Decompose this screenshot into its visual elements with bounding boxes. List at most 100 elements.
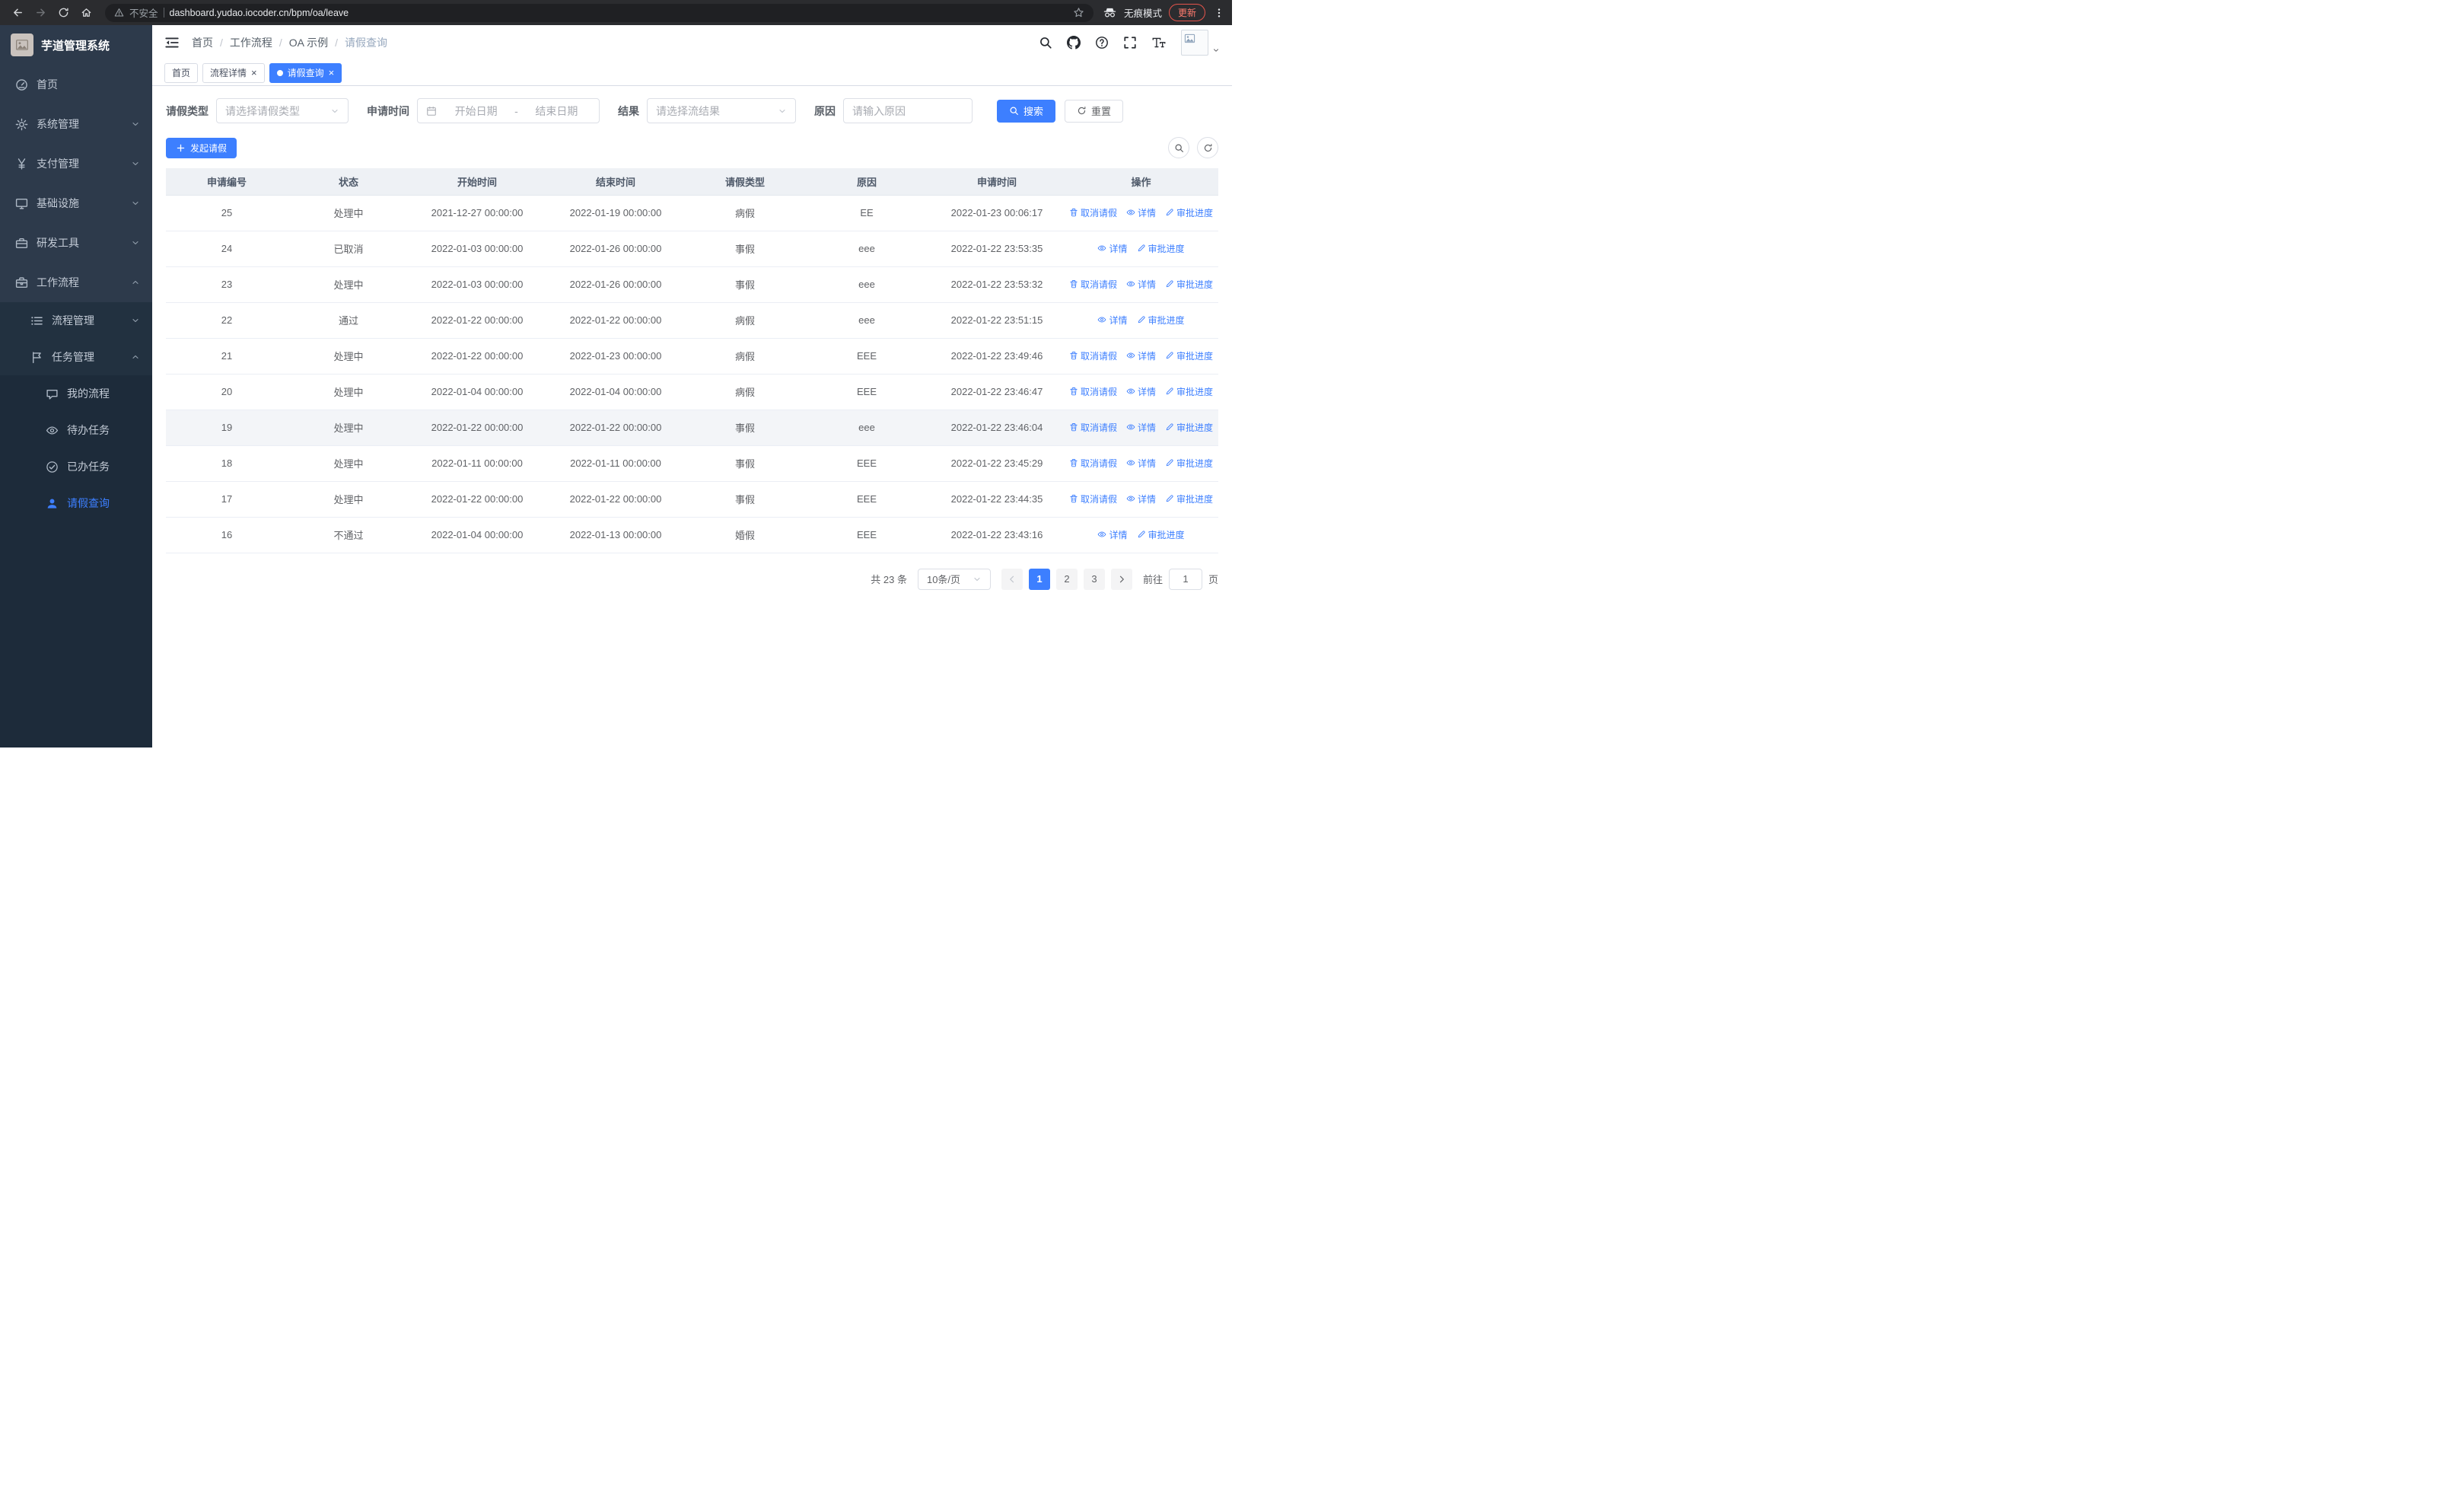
calendar-icon	[426, 106, 437, 116]
progress-action-link[interactable]: 审批进度	[1165, 421, 1213, 434]
leave-query-page: 请假类型 请选择请假类型 申请时间 开始日期 - 结束日期 结果 请选择流结果 …	[152, 86, 1232, 748]
cancel-action-link[interactable]: 取消请假	[1069, 457, 1117, 470]
breadcrumb-item[interactable]: 工作流程	[230, 35, 272, 50]
cell-status: 处理中	[288, 374, 409, 410]
cell-apply-time: 2022-01-22 23:46:04	[930, 410, 1064, 446]
browser-forward-button[interactable]	[30, 3, 50, 23]
progress-action-link[interactable]: 审批进度	[1137, 314, 1185, 327]
sidebar-item-done-tasks[interactable]: 已办任务	[0, 448, 152, 485]
refresh-table-button[interactable]	[1197, 137, 1218, 158]
sidebar-item-infrastructure[interactable]: 基础设施	[0, 183, 152, 223]
search-icon[interactable]	[1039, 36, 1052, 49]
apply-time-range-picker[interactable]: 开始日期 - 结束日期	[417, 98, 600, 123]
create-leave-button[interactable]: 发起请假	[166, 137, 237, 158]
detail-action-link[interactable]: 详情	[1126, 206, 1156, 219]
next-page-button[interactable]	[1110, 568, 1132, 590]
logo[interactable]: 芋道管理系统	[0, 25, 152, 65]
cell-apply-id: 22	[166, 302, 288, 339]
cell-leave-type: 病假	[686, 302, 804, 339]
detail-action-link[interactable]: 详情	[1126, 492, 1156, 505]
fullscreen-icon[interactable]	[1123, 36, 1137, 49]
page-button-1[interactable]: 1	[1028, 568, 1050, 590]
browser-menu-icon[interactable]	[1214, 8, 1224, 18]
browser-back-button[interactable]	[8, 3, 27, 23]
cancel-action-link[interactable]: 取消请假	[1069, 385, 1117, 398]
progress-action-link[interactable]: 审批进度	[1165, 278, 1213, 291]
sidebar-item-task-management[interactable]: 任务管理	[0, 339, 152, 375]
search-button[interactable]: 搜索	[997, 99, 1056, 123]
prev-page-button[interactable]	[1001, 568, 1023, 590]
sidebar-item-system[interactable]: 系统管理	[0, 104, 152, 144]
github-icon[interactable]	[1067, 36, 1081, 49]
breadcrumb-item[interactable]: 首页	[192, 35, 213, 50]
progress-action-link[interactable]: 审批进度	[1165, 492, 1213, 505]
sidebar: 芋道管理系统 首页 系统管理支付管理基础设施研发工具 工作流程 流程管理 任务管理 我的流…	[0, 25, 152, 748]
progress-action-link[interactable]: 审批进度	[1165, 385, 1213, 398]
close-icon[interactable]: ×	[329, 68, 335, 78]
page-button-3[interactable]: 3	[1083, 568, 1105, 590]
sidebar-item-label: 基础设施	[37, 197, 79, 209]
sidebar-item-label: 支付管理	[37, 158, 79, 170]
detail-action-link[interactable]: 详情	[1126, 385, 1156, 398]
cell-status: 通过	[288, 302, 409, 339]
progress-action-link[interactable]: 审批进度	[1165, 457, 1213, 470]
tab-process-detail[interactable]: 流程详情 ×	[202, 62, 265, 83]
sidebar-item-label: 请假查询	[67, 497, 110, 509]
pen-icon	[1165, 458, 1174, 467]
sidebar-item-leave-query[interactable]: 请假查询	[0, 485, 152, 521]
collapse-sidebar-icon[interactable]	[164, 35, 180, 50]
sidebar-item-process-management[interactable]: 流程管理	[0, 302, 152, 339]
progress-action-link[interactable]: 审批进度	[1165, 206, 1213, 219]
detail-action-link[interactable]: 详情	[1126, 457, 1156, 470]
action-label: 审批进度	[1176, 279, 1214, 290]
detail-action-link[interactable]: 详情	[1097, 528, 1128, 541]
cell-reason: EE	[804, 195, 930, 231]
sidebar-item-workflow[interactable]: 工作流程	[0, 263, 152, 302]
progress-action-link[interactable]: 审批进度	[1165, 349, 1213, 362]
page-size-select[interactable]: 10条/页	[917, 568, 991, 590]
cancel-action-link[interactable]: 取消请假	[1069, 349, 1117, 362]
cancel-action-link[interactable]: 取消请假	[1069, 492, 1117, 505]
breadcrumb-item[interactable]: OA 示例	[289, 35, 328, 50]
toggle-search-button[interactable]	[1168, 137, 1189, 158]
sidebar-item-home[interactable]: 首页	[0, 65, 152, 104]
image-placeholder-icon	[15, 38, 29, 52]
tab-leave-query[interactable]: 请假查询 ×	[269, 62, 342, 83]
pen-icon	[1165, 494, 1174, 503]
bookmark-star-icon[interactable]	[1073, 7, 1084, 18]
page-button-2[interactable]: 2	[1055, 568, 1078, 590]
tab-home[interactable]: 首页	[164, 62, 199, 83]
sidebar-item-dev-tools[interactable]: 研发工具	[0, 223, 152, 263]
chevron-down-icon	[131, 316, 140, 325]
cancel-action-link[interactable]: 取消请假	[1069, 206, 1117, 219]
detail-action-link[interactable]: 详情	[1126, 421, 1156, 434]
sidebar-item-payment[interactable]: 支付管理	[0, 144, 152, 183]
goto-page-input[interactable]	[1168, 568, 1202, 590]
font-size-icon[interactable]	[1151, 36, 1167, 49]
cancel-action-link[interactable]: 取消请假	[1069, 421, 1117, 434]
close-icon[interactable]: ×	[251, 68, 257, 78]
progress-action-link[interactable]: 审批进度	[1137, 528, 1185, 541]
browser-reload-button[interactable]	[53, 3, 73, 23]
action-label: 详情	[1137, 422, 1156, 433]
cancel-action-link[interactable]: 取消请假	[1069, 278, 1117, 291]
reason-input[interactable]	[852, 104, 963, 117]
reset-button[interactable]: 重置	[1065, 99, 1124, 123]
detail-action-link[interactable]: 详情	[1097, 314, 1128, 327]
leave-type-select[interactable]: 请选择请假类型	[216, 98, 349, 123]
detail-action-link[interactable]: 详情	[1126, 278, 1156, 291]
browser-home-button[interactable]	[76, 3, 96, 23]
help-icon[interactable]	[1095, 36, 1109, 49]
update-button[interactable]: 更新	[1168, 4, 1205, 21]
address-bar[interactable]: 不安全 dashboard.yudao.iocoder.cn/bpm/oa/le…	[105, 3, 1094, 22]
detail-action-link[interactable]: 详情	[1126, 349, 1156, 362]
tab-label: 请假查询	[287, 68, 324, 78]
cell-end-time: 2022-01-26 00:00:00	[545, 266, 686, 303]
detail-action-link[interactable]: 详情	[1097, 242, 1128, 255]
user-avatar[interactable]	[1181, 30, 1220, 56]
sidebar-item-my-process[interactable]: 我的流程	[0, 375, 152, 412]
cell-apply-time: 2022-01-22 23:44:35	[930, 481, 1064, 518]
sidebar-item-todo-tasks[interactable]: 待办任务	[0, 412, 152, 448]
progress-action-link[interactable]: 审批进度	[1137, 242, 1185, 255]
result-select[interactable]: 请选择流结果	[647, 98, 796, 123]
